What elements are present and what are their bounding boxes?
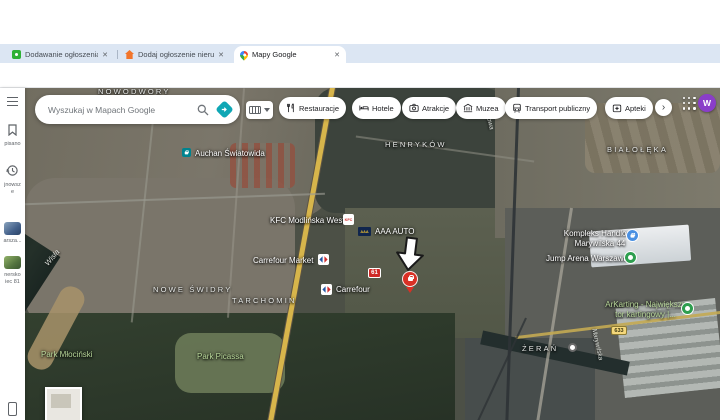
house-favicon [125,50,134,59]
carrefour-logo[interactable] [321,284,332,295]
carrefour-logo[interactable] [318,254,329,265]
attraction-poi-icon[interactable] [624,251,637,264]
minimap-inset[interactable] [45,387,82,420]
search-icon[interactable] [197,104,209,116]
station-icon[interactable] [568,343,577,352]
maps-pin-favicon [238,48,250,61]
maps-profile-avatar[interactable]: W [698,94,716,112]
satellite-map[interactable]: NOWODWORY HENRYKÓW BIAŁOŁĘKA NOWE ŚWIDRY… [25,88,720,420]
recent-place-label-line2: iec 81 [5,279,20,285]
camera-icon [409,103,419,112]
pharmacy-icon [612,104,622,113]
district-label: ŻERAŃ [522,344,559,353]
more-categories-button[interactable]: › [655,99,672,116]
recent-place-label-line1: nersko [4,272,21,278]
bed-icon [359,105,369,111]
district-label: TARCHOMIN [232,296,297,305]
tab-close-icon[interactable]: ✕ [334,51,340,59]
tab-title: Dodawanie ogłoszenia | Otodo [25,50,99,59]
place-marker-tail [406,287,414,293]
chip-label: Apteki [625,103,646,113]
district-label: HENRYKÓW [385,140,447,149]
saved-label: pisano [4,141,21,147]
recent-place-thumbnail[interactable] [4,222,21,235]
terrain-fields-ne [585,103,720,173]
chip-label: Atrakcje [422,103,450,113]
saved-bookmark-icon[interactable] [7,124,18,136]
chip-label: Hotele [372,103,394,113]
tab-divider [117,50,118,59]
annotation-arrow-icon [396,236,424,271]
chip-label: Muzea [476,103,499,113]
recents-history-icon[interactable] [6,164,19,177]
tab-title: Mapy Google [252,50,297,59]
poi-label[interactable]: Carrefour [336,285,370,294]
chip-museums[interactable]: Muzea [456,97,506,119]
chevron-down-icon [264,108,270,112]
kfc-logo[interactable]: KFC [343,214,354,225]
terrain-park-picassa [175,333,285,393]
recents-label-line2: e [10,189,15,195]
poi-label[interactable]: Jump Arena Warszawa [546,254,628,263]
recent-place-thumbnail[interactable] [4,256,21,269]
maps-sidebar: pisano jnowsz e arsza... nersko iec 81 [0,88,25,420]
tab-close-icon[interactable]: ✕ [218,51,224,59]
chip-hotels[interactable]: Hotele [352,97,401,119]
tab-strip: Dodawanie ogłoszenia | Otodo ✕ Dodaj ogł… [0,44,720,103]
otodom-favicon [12,50,21,59]
keyboard-icon [249,106,261,114]
restaurant-icon [287,103,294,113]
chip-restaurants[interactable]: Restauracje [279,97,347,119]
chip-label: Transport publiczny [525,103,591,113]
district-label: NOWE ŚWIDRY [153,285,233,294]
send-to-phone-icon[interactable] [8,402,17,416]
road-shield-633: 633 [611,326,627,335]
maps-search-box[interactable] [35,95,240,124]
tab-gratka[interactable]: Dodaj ogłoszenie nieruchomo ✕ [119,46,230,63]
auchan-poi-icon[interactable] [182,148,191,157]
bus-icon [513,103,521,113]
shopping-poi-icon[interactable] [626,229,639,242]
museum-icon [463,103,473,113]
tab-title: Dodaj ogłoszenie nieruchomo [138,50,215,59]
park-label[interactable]: Park Młociński [41,350,93,359]
browser-window: Dodawanie ogłoszenia | Otodo ✕ Dodaj ogł… [0,0,720,420]
tab-otodom[interactable]: Dodawanie ogłoszenia | Otodo ✕ [6,46,114,63]
aaa-auto-logo[interactable]: AAA [358,227,371,236]
address-bar: ← → google.com/maps/@52.319526,20.971526… [0,63,720,147]
karting-poi-icon[interactable] [681,302,694,315]
place-marker[interactable] [402,271,418,287]
search-input[interactable] [35,103,197,116]
tab-google-maps[interactable]: Mapy Google ✕ [234,46,346,63]
poi-label[interactable]: Auchan Światowida [195,149,265,158]
keyboard-button[interactable] [246,101,273,119]
tab-close-icon[interactable]: ✕ [102,51,108,59]
chip-attractions[interactable]: Atrakcje [402,97,457,119]
chip-pharmacies[interactable]: Apteki [605,97,653,119]
recent-place-label: arsza... [3,238,22,244]
district-label: BIAŁOŁĘKA [607,145,669,154]
directions-icon[interactable] [215,100,234,119]
poi-label[interactable]: Carrefour Market [253,256,313,265]
google-apps-grid-icon[interactable] [683,97,696,110]
chip-public-transport[interactable]: Transport publiczny [505,97,598,119]
recents-label-line1: jnowsz [4,182,21,188]
poi-label[interactable]: KFC Modlińska West [270,216,345,225]
park-label[interactable]: Park Picassa [197,352,244,361]
chip-label: Restauracje [299,103,340,113]
road-shield-61: 61 [368,268,381,278]
